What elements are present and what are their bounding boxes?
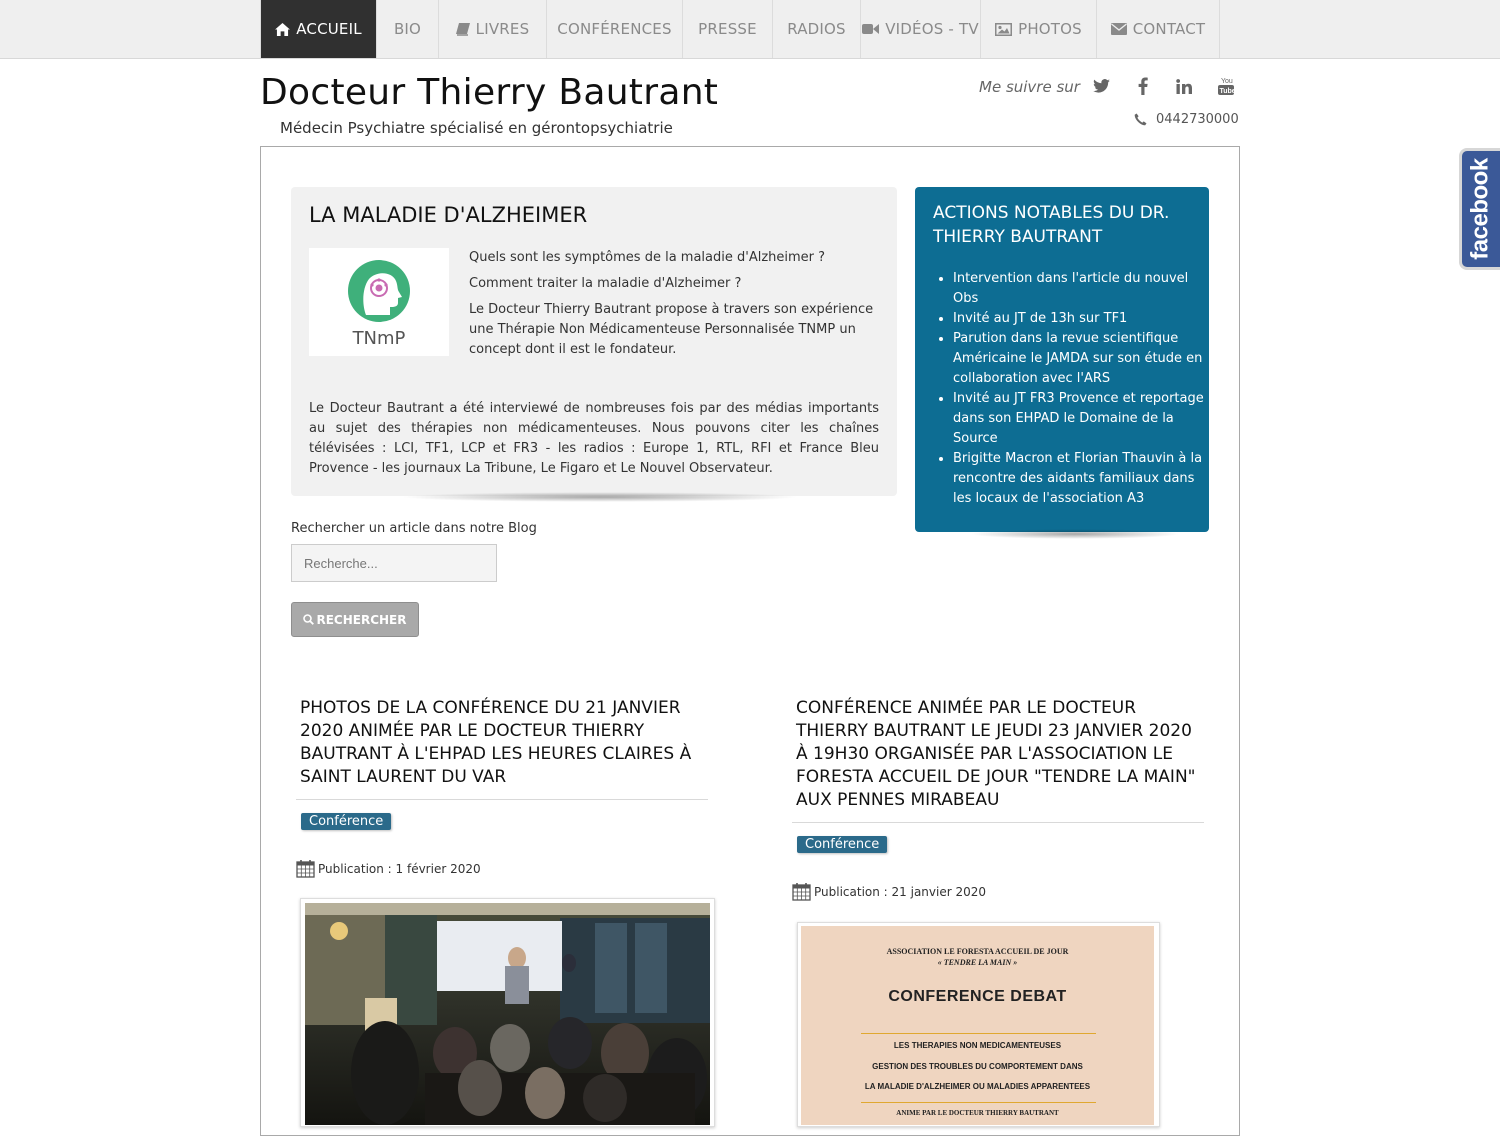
- action-item: Intervention dans l'article du nouvel Ob…: [953, 269, 1215, 309]
- twitter-link[interactable]: [1089, 74, 1113, 98]
- nav-item-videos-tv[interactable]: VIDÉOS - TV: [861, 0, 981, 58]
- action-item: Invité au JT FR3 Provence et reportage d…: [953, 389, 1215, 449]
- nav-item-label: BIO: [393, 20, 422, 38]
- poster-line: « TENDRE LA MAIN »: [937, 958, 1018, 967]
- nav-item-conferences[interactable]: CONFÉRENCES: [547, 0, 683, 58]
- follow-label: Me suivre sur: [979, 78, 1080, 96]
- post-title[interactable]: PHOTOS DE LA CONFÉRENCE DU 21 JANVIER 20…: [300, 697, 700, 789]
- nav-item-label: LIVRES: [475, 20, 530, 38]
- nav-item-bio[interactable]: BIO: [377, 0, 439, 58]
- nav-item-label: PRESSE: [698, 20, 757, 38]
- poster-headline: CONFERENCE DEBAT: [888, 988, 1067, 1005]
- calendar-icon: [792, 883, 811, 901]
- intro-line: Le Docteur Thierry Bautrant propose à tr…: [469, 302, 874, 357]
- main-navigation: ACCUEIL BIO LIVRES CONFÉRENCES PRESSE RA…: [0, 0, 1500, 59]
- svg-text:You: You: [1221, 78, 1233, 85]
- facebook-side-tab[interactable]: facebook: [1459, 148, 1500, 270]
- panel-shadow: [400, 492, 800, 502]
- intro-title: LA MALADIE D'ALZHEIMER: [309, 203, 588, 227]
- alzheimer-intro-panel: LA MALADIE D'ALZHEIMER TNmP Quels sont l…: [291, 187, 897, 496]
- publication-date: Publication : 1 février 2020: [296, 859, 481, 878]
- nav-item-contact[interactable]: CONTACT: [1097, 0, 1220, 58]
- site-title[interactable]: Docteur Thierry Bautrant: [260, 72, 718, 113]
- phone-icon: [1134, 113, 1147, 126]
- action-item: Invité au JT de 13h sur TF1: [953, 309, 1215, 329]
- poster-divider: [861, 1033, 1096, 1034]
- logo-text: TNmP: [352, 328, 406, 349]
- poster-line: GESTION DES TROUBLES DU COMPORTEMENT DAN…: [872, 1062, 1083, 1071]
- action-item: Brigitte Macron et Florian Thauvin à la …: [953, 449, 1215, 509]
- phone-number: 0442730000: [1156, 112, 1239, 127]
- category-badge[interactable]: Conférence: [797, 836, 888, 853]
- nav-item-livres[interactable]: LIVRES: [439, 0, 547, 58]
- poster-line: ANIME PAR LE DOCTEUR THIERRY BAUTRANT: [896, 1109, 1059, 1117]
- nav-item-presse[interactable]: PRESSE: [683, 0, 773, 58]
- linkedin-link[interactable]: [1172, 74, 1196, 98]
- search-button[interactable]: RECHERCHER: [291, 602, 419, 637]
- actions-title: ACTIONS NOTABLES DU DR. THIERRY BAUTRANT: [933, 203, 1170, 247]
- nav-item-label: ACCUEIL: [296, 20, 362, 38]
- search-input[interactable]: [291, 544, 497, 582]
- search-button-label: RECHERCHER: [316, 612, 407, 627]
- nav-item-label: CONTACT: [1132, 20, 1206, 38]
- picture-icon: [995, 22, 1013, 36]
- nav-item-radios[interactable]: RADIOS: [773, 0, 861, 58]
- actions-list: Intervention dans l'article du nouvel Ob…: [933, 269, 1215, 509]
- nav-item-label: VIDÉOS - TV: [885, 20, 979, 38]
- phone-contact[interactable]: 0442730000: [1134, 112, 1239, 127]
- intro-line: Quels sont les symptômes de la maladie d…: [469, 250, 826, 265]
- intro-paragraph: Le Docteur Bautrant a été interviewé de …: [309, 401, 879, 476]
- nav-item-photos[interactable]: PHOTOS: [981, 0, 1097, 58]
- poster-line: LES THERAPIES NON MEDICAMENTEUSES: [893, 1041, 1062, 1050]
- action-item: Parution dans la revue scientifique Amér…: [953, 329, 1215, 389]
- poster-line: ASSOCIATION LE FORESTA ACCUEIL DE JOUR: [886, 947, 1069, 956]
- svg-text:Tube: Tube: [1220, 88, 1235, 95]
- facebook-icon: [1138, 77, 1148, 95]
- category-badge[interactable]: Conférence: [301, 813, 392, 830]
- head-icon: TNmP: [348, 260, 410, 349]
- intro-questions: Quels sont les symptômes de la maladie d…: [469, 248, 879, 366]
- actions-notables-panel: ACTIONS NOTABLES DU DR. THIERRY BAUTRANT…: [915, 187, 1209, 532]
- nav-item-label: CONFÉRENCES: [557, 20, 672, 38]
- conference-photo: [305, 903, 710, 1125]
- book-icon: [455, 22, 470, 36]
- youtube-icon: You Tube: [1218, 78, 1235, 95]
- calendar-icon: [296, 860, 315, 878]
- post-image-frame[interactable]: [300, 898, 715, 1127]
- home-icon: [275, 22, 291, 36]
- tnmp-logo: TNmP: [309, 248, 449, 356]
- conference-poster: ASSOCIATION LE FORESTA ACCUEIL DE JOUR «…: [801, 926, 1154, 1125]
- publication-date: Publication : 21 janvier 2020: [792, 882, 986, 901]
- linkedin-icon: [1176, 78, 1192, 94]
- post-divider: [296, 799, 708, 800]
- twitter-icon: [1092, 79, 1110, 93]
- envelope-icon: [1110, 23, 1127, 35]
- nav-item-label: RADIOS: [787, 20, 846, 38]
- poster-divider: [861, 1102, 1096, 1103]
- post-divider: [792, 822, 1204, 823]
- facebook-tab-label: facebook: [1467, 158, 1494, 260]
- nav-item-accueil[interactable]: ACCUEIL: [260, 0, 377, 58]
- nav-item-label: PHOTOS: [1018, 20, 1082, 38]
- panel-shadow: [970, 529, 1180, 539]
- search-icon: [303, 614, 315, 625]
- facebook-link[interactable]: [1131, 74, 1155, 98]
- youtube-link[interactable]: You Tube: [1214, 74, 1238, 98]
- post-title[interactable]: CONFÉRENCE ANIMÉE PAR LE DOCTEUR THIERRY…: [796, 697, 1206, 812]
- publication-date-text: Publication : 21 janvier 2020: [814, 884, 987, 899]
- intro-line: Comment traiter la maladie d'Alzheimer ?: [469, 276, 742, 291]
- publication-date-text: Publication : 1 février 2020: [318, 861, 481, 876]
- site-subtitle: Médecin Psychiatre spécialisé en géronto…: [280, 119, 673, 137]
- poster-line: LA MALADIE D'ALZHEIMER OU MALADIES APPAR…: [864, 1082, 1091, 1091]
- search-label: Rechercher un article dans notre Blog: [291, 521, 537, 536]
- video-camera-icon: [862, 24, 880, 34]
